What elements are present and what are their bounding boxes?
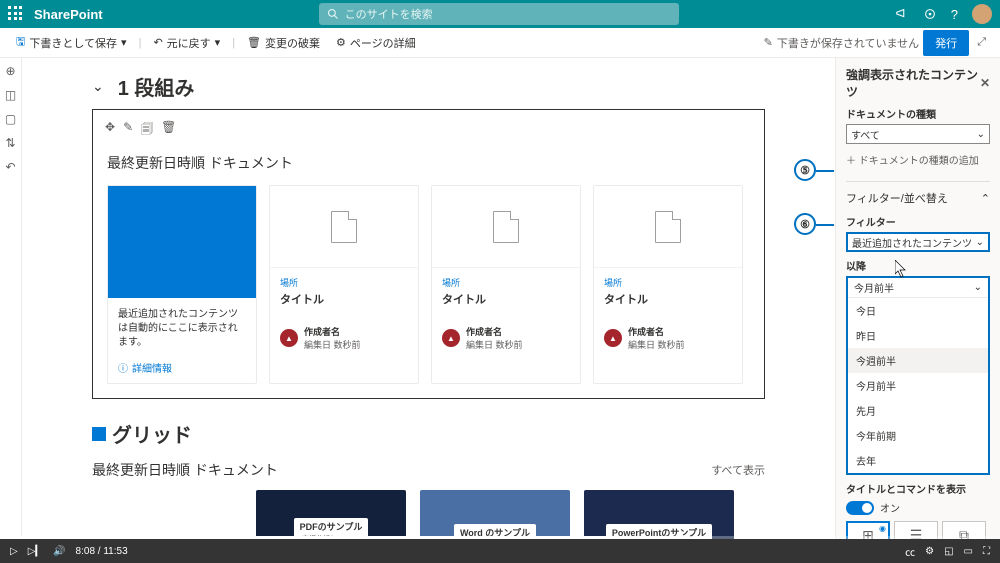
since-option[interactable]: 今日 (848, 298, 988, 323)
undo-button[interactable]: ↶元に戻す▾ (147, 31, 226, 55)
author-avatar-icon: ▲ (604, 329, 622, 347)
card-location: 場所 (604, 276, 732, 289)
save-draft-button[interactable]: 🖫下書きとして保存▾ (10, 29, 133, 56)
callout-6: ⑥ (794, 213, 816, 235)
title-cmd-label: タイトルとコマンドを表示 (846, 481, 990, 496)
document-icon (493, 211, 519, 243)
placeholder-card: 場所 タイトル ▲ 作成者名編集日 数秒前 (269, 185, 419, 384)
property-panel: 強調表示されたコンテンツ✕ ドキュメントの種類 すべて⌄ ＋ ドキュメントの種類… (835, 58, 1000, 539)
placeholder-card: 場所 タイトル ▲ 作成者名編集日 数秒前 (431, 185, 581, 384)
doc-type-label: ドキュメントの種類 (846, 106, 990, 121)
search-icon (327, 8, 339, 20)
doc-tile[interactable]: X Shared Documents Excelのサンプル 山田 真知子編集日 … (92, 490, 242, 539)
placeholder-card-auto: 最近追加されたコンテンツは自動的にここに表示されます。 ⓘ詳細情報 (107, 185, 257, 384)
discard-button[interactable]: 🗑変更の破棄 (241, 31, 326, 55)
since-option[interactable]: 今月前半 (848, 373, 988, 398)
theater-icon[interactable]: ▭ (964, 546, 973, 557)
doc-tile[interactable]: Word のサンプルW Shared Documents Wordのサンプル 山… (420, 490, 570, 539)
card-title: タイトル (604, 291, 732, 307)
settings-icon[interactable]: ⚙ (925, 546, 934, 557)
filter-label: フィルター (846, 214, 990, 229)
chevron-up-icon[interactable]: ⌃ (981, 192, 990, 205)
author-avatar-icon: ▲ (442, 329, 460, 347)
webpart-toolbar: ✥ ✎ 🗐 🗑 (99, 116, 758, 145)
doc-type-select[interactable]: すべて⌄ (846, 124, 990, 144)
since-option[interactable]: 今週前半 (848, 348, 988, 373)
help-icon[interactable]: ? (951, 7, 958, 22)
rail-undo-icon[interactable]: ↶ (4, 160, 18, 174)
since-label: 以降 (846, 258, 990, 273)
doc-tile[interactable]: PDFのサンプル市場分析と SWOTP Shared Documents PDF… (256, 490, 406, 539)
title-cmd-toggle[interactable]: オン (846, 500, 990, 515)
since-select[interactable]: 今月前半⌄ 今日昨日今週前半今月前半先月今年前期去年 (846, 276, 990, 475)
document-icon (655, 211, 681, 243)
doc-tile[interactable]: PowerPointのサンプルP Shared Documents PowerP… (584, 490, 734, 539)
left-rail: ⊕ ◫ ▢ ⇅ ↶ (0, 58, 22, 539)
card-title: タイトル (442, 291, 570, 307)
add-doc-type-link[interactable]: ＋ ドキュメントの種類の追加 (846, 152, 990, 167)
chevron-down-icon[interactable]: ⌄ (92, 78, 104, 95)
page-canvas: ⌄ 1 段組み ✥ ✎ 🗐 🗑 最終更新日時順 ドキュメント 最近追加されたコン… (22, 58, 835, 539)
since-option[interactable]: 昨日 (848, 323, 988, 348)
command-bar: 🖫下書きとして保存▾ | ↶元に戻す▾ | 🗑変更の破棄 ⚙ページの詳細 ✎下書… (0, 28, 1000, 58)
since-option[interactable]: 去年 (848, 448, 988, 473)
pip-icon[interactable]: ◱ (944, 546, 953, 557)
video-controls: ▷ ▷▎ 🔊 8:08 / 11:53 ㏄ ⚙ ◱ ▭ ⛶ (0, 539, 1000, 563)
page-details-button[interactable]: ⚙ページの詳細 (330, 31, 422, 55)
search-input[interactable]: このサイトを検索 (319, 3, 679, 25)
grid-heading: グリッド (92, 419, 765, 448)
author-avatar-icon: ▲ (280, 329, 298, 347)
avatar[interactable] (972, 4, 992, 24)
unsaved-warning: ✎下書きが保存されていません (764, 35, 920, 51)
rail-section-icon[interactable]: ▢ (4, 112, 18, 126)
search-placeholder: このサイトを検索 (345, 6, 433, 22)
volume-icon[interactable]: 🔊 (53, 546, 65, 557)
edit-icon[interactable]: ✎ (123, 120, 133, 141)
filter-select[interactable]: 最近追加されたコンテンツ⌄ (846, 232, 990, 252)
document-icon (331, 211, 357, 243)
settings-icon[interactable] (923, 7, 937, 21)
since-option[interactable]: 今年前期 (848, 423, 988, 448)
delete-icon[interactable]: 🗑 (161, 120, 176, 141)
next-icon[interactable]: ▷▎ (28, 546, 43, 557)
rail-reorder-icon[interactable]: ⇅ (4, 136, 18, 150)
cc-icon[interactable]: ㏄ (905, 544, 915, 559)
section-title: 1 段組み (118, 72, 195, 101)
webpart-title[interactable]: 最終更新日時順 ドキュメント (99, 149, 758, 177)
since-option[interactable]: 先月 (848, 398, 988, 423)
publish-button[interactable]: 発行 (923, 30, 969, 56)
rail-layout-icon[interactable]: ◫ (4, 88, 18, 102)
placeholder-card: 場所 タイトル ▲ 作成者名編集日 数秒前 (593, 185, 743, 384)
move-icon[interactable]: ✥ (105, 120, 115, 141)
video-time: 8:08 / 11:53 (76, 546, 128, 557)
details-link[interactable]: ⓘ詳細情報 (118, 360, 246, 375)
filter-sort-header: フィルター/並べ替え (846, 190, 948, 206)
panel-title: 強調表示されたコンテンツ (846, 66, 980, 100)
webpart-highlighted-content: ✥ ✎ 🗐 🗑 最終更新日時順 ドキュメント 最近追加されたコンテンツは自動的に… (92, 109, 765, 399)
app-launcher-icon[interactable] (8, 6, 24, 22)
play-icon[interactable]: ▷ (10, 546, 18, 557)
megaphone-icon[interactable] (895, 7, 909, 21)
rail-add-icon[interactable]: ⊕ (4, 64, 18, 78)
auto-message: 最近追加されたコンテンツは自動的にここに表示されます。 (118, 308, 246, 350)
card-title: タイトル (280, 291, 408, 307)
duplicate-icon[interactable]: 🗐 (141, 120, 153, 141)
see-all-link[interactable]: すべて表示 (711, 462, 765, 478)
expand-button[interactable]: ⤢ (973, 32, 990, 53)
close-icon[interactable]: ✕ (980, 76, 990, 90)
suite-header: SharePoint このサイトを検索 ? (0, 0, 1000, 28)
card-location: 場所 (442, 276, 570, 289)
grid-subtitle: 最終更新日時順 ドキュメント (92, 460, 278, 480)
card-location: 場所 (280, 276, 408, 289)
callout-5: ⑤ (794, 159, 816, 181)
brand: SharePoint (34, 7, 103, 22)
fullscreen-icon[interactable]: ⛶ (983, 546, 990, 557)
